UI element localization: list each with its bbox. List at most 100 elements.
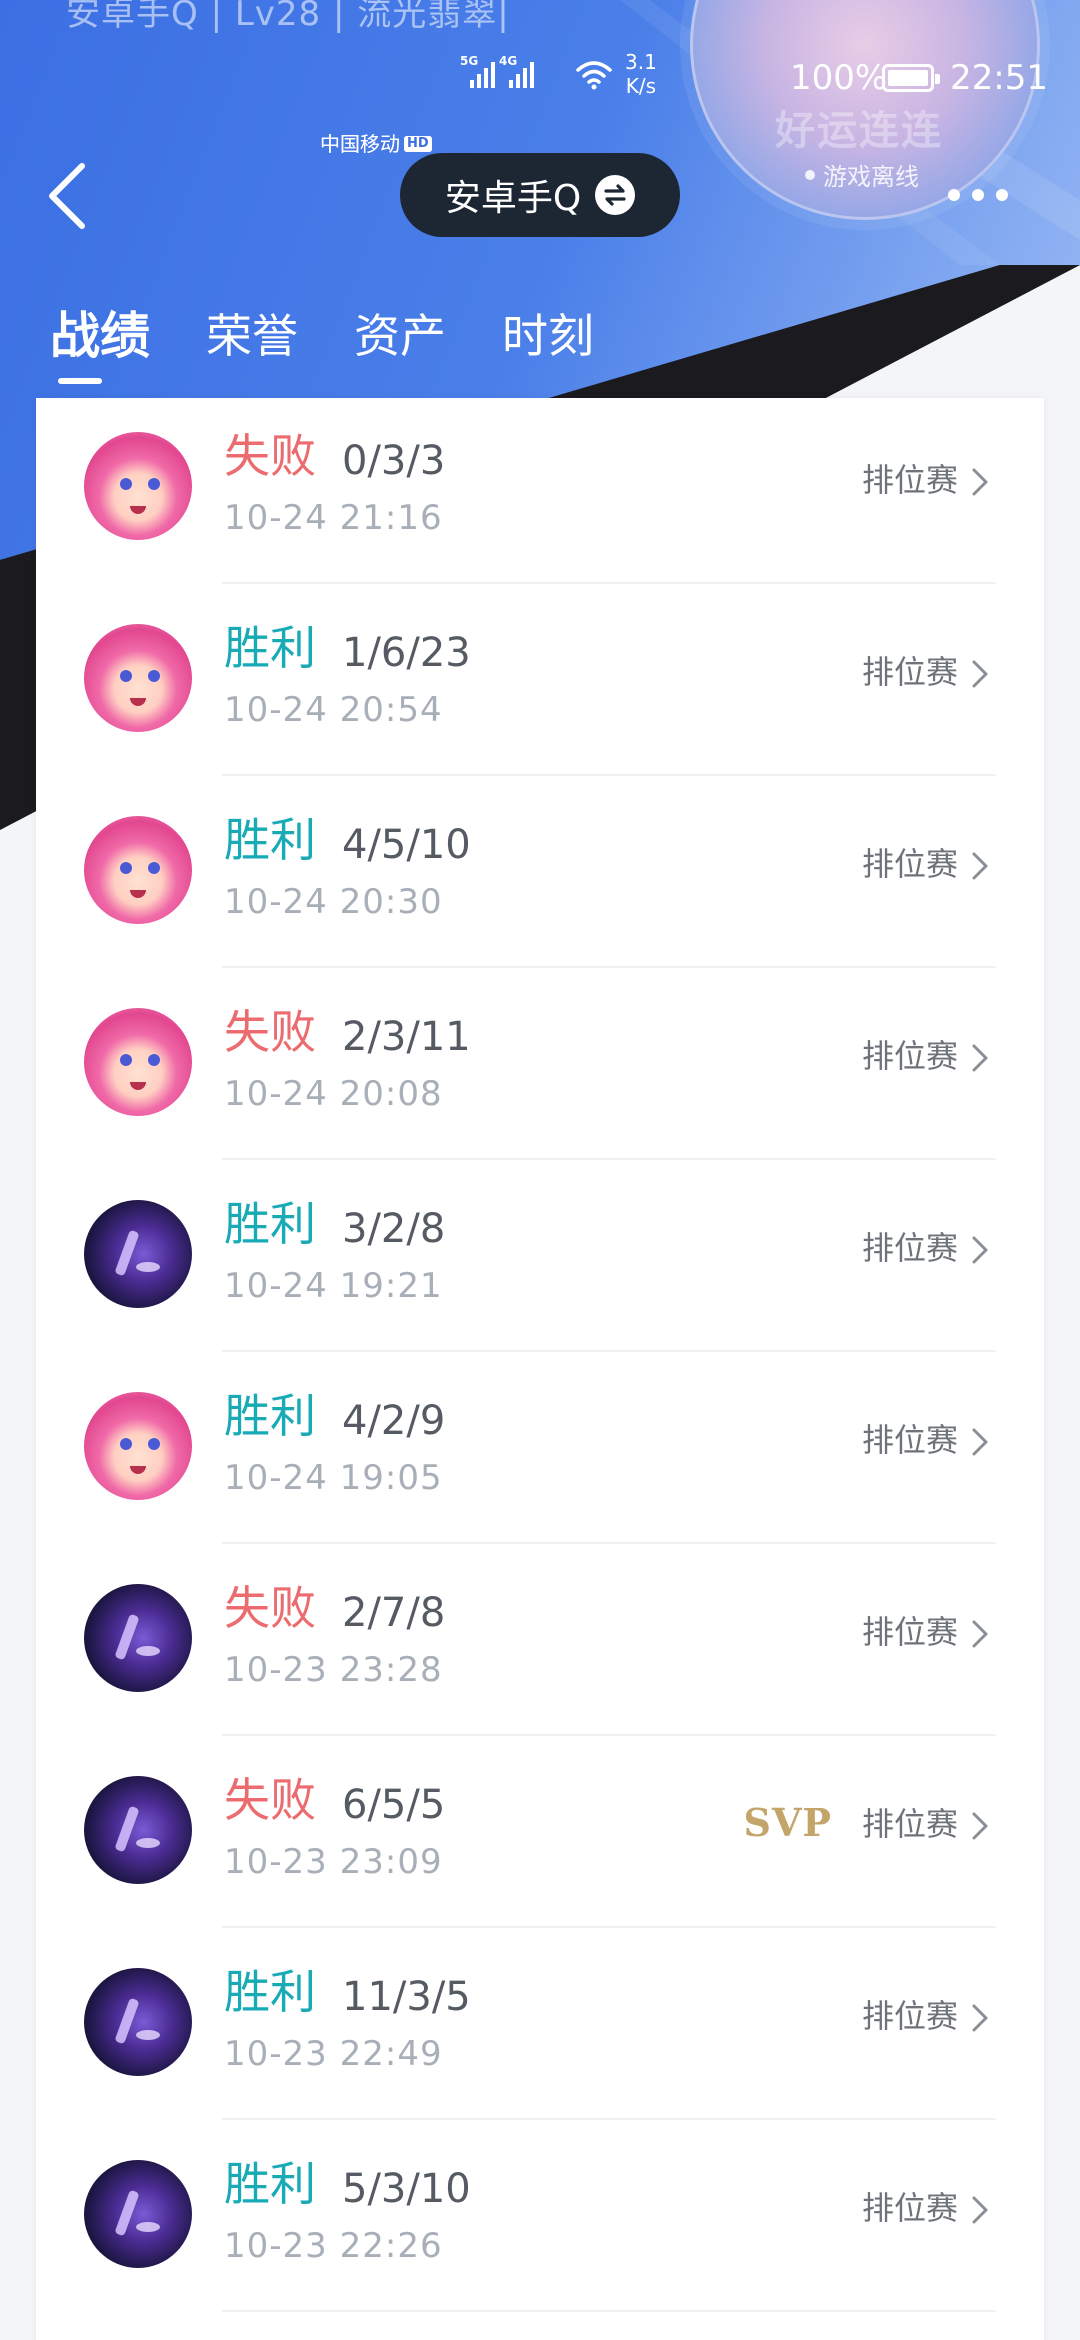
match-row[interactable]: 失败 6/5/5 10-23 23:09 SVP 排位赛 (36, 1736, 1044, 1928)
hero-avatar (84, 1776, 192, 1884)
chevron-right-icon (972, 1812, 988, 1840)
match-kda: 11/3/5 (342, 1974, 471, 2020)
chevron-right-icon (972, 1044, 988, 1072)
chevron-right-icon (972, 468, 988, 496)
match-mode: 排位赛 (861, 1805, 958, 1843)
match-time: 10-24 20:08 (224, 1074, 443, 1114)
match-kda: 5/3/10 (342, 2166, 471, 2212)
match-row[interactable]: 胜利 5/3/10 10-23 22:26 排位赛 (36, 2120, 1044, 2312)
chevron-right-icon (972, 1620, 988, 1648)
match-mode: 排位赛 (861, 1037, 958, 1075)
match-result: 胜利 (224, 813, 316, 867)
match-mode: 排位赛 (861, 1421, 958, 1459)
chevron-right-icon (972, 852, 988, 880)
hero-avatar (84, 816, 192, 924)
chevron-right-icon (972, 1236, 988, 1264)
match-mode: 排位赛 (861, 1229, 958, 1267)
network-speed: 3.1 K/s (625, 50, 657, 98)
match-row[interactable]: 胜利 4/2/9 10-24 19:05 排位赛 (36, 1352, 1044, 1544)
match-result: 胜利 (224, 621, 316, 675)
signal-5g-label: 5G (460, 54, 479, 68)
match-history-screen: 好运连连 安卓手Q | Lv28 | 流光翡翠| 中国移动HD 中国移动HD 5… (0, 0, 1080, 2340)
hero-avatar (84, 624, 192, 732)
match-kda: 4/2/9 (342, 1398, 446, 1444)
match-kda: 0/3/3 (342, 438, 446, 484)
carrier-name-2: 中国移动 (320, 132, 400, 156)
match-row[interactable]: 胜利 11/3/5 10-23 22:49 排位赛 (36, 1928, 1044, 2120)
match-result: 胜利 (224, 2157, 316, 2211)
match-row[interactable]: 胜利 3/2/8 10-24 19:21 排位赛 (36, 1160, 1044, 1352)
tab-0[interactable]: 战绩 (50, 300, 150, 384)
more-dots-icon[interactable] (948, 180, 1038, 210)
network-speed-unit: K/s (625, 74, 657, 98)
back-button[interactable] (44, 160, 94, 232)
match-time: 10-23 22:49 (224, 2034, 443, 2074)
match-row[interactable]: 失败 2/7/8 10-23 23:28 排位赛 (36, 1544, 1044, 1736)
match-result: 失败 (224, 1005, 316, 1059)
tab-3[interactable]: 时刻 (502, 300, 594, 372)
battery-icon (882, 64, 940, 92)
wifi-icon (576, 60, 612, 94)
hero-avatar (84, 1584, 192, 1692)
hero-avatar (84, 432, 192, 540)
match-time: 10-23 23:28 (224, 1650, 443, 1690)
match-time: 10-23 22:26 (224, 2226, 443, 2266)
swap-icon (595, 175, 636, 215)
account-switcher[interactable]: 安卓手Q (400, 153, 680, 237)
signal-icon: 5G 4G (460, 54, 534, 88)
match-result: 失败 (224, 1581, 316, 1635)
match-time: 10-24 21:16 (224, 498, 443, 538)
tab-2[interactable]: 资产 (354, 300, 446, 372)
faded-profile-title: 安卓手Q | Lv28 | 流光翡翠| (66, 0, 510, 34)
match-row[interactable]: 胜利 4/5/10 10-24 20:30 排位赛 (36, 776, 1044, 968)
status-dot-icon (805, 169, 815, 180)
match-time: 10-24 20:30 (224, 882, 443, 922)
match-row[interactable]: 失败 2/3/11 10-24 20:08 排位赛 (36, 968, 1044, 1160)
chevron-left-icon (49, 163, 85, 229)
chevron-right-icon (972, 660, 988, 688)
match-kda: 4/5/10 (342, 822, 471, 868)
match-kda: 2/7/8 (342, 1590, 446, 1636)
game-status: 游戏离线 (805, 157, 919, 192)
match-kda: 3/2/8 (342, 1206, 446, 1252)
match-mode: 排位赛 (861, 1997, 958, 2035)
match-time: 10-24 20:54 (224, 690, 443, 730)
chevron-right-icon (972, 1428, 988, 1456)
game-status-label: 游戏离线 (823, 163, 919, 191)
match-row[interactable]: 失败 0/3/3 10-24 21:16 排位赛 (36, 392, 1044, 584)
hero-avatar (84, 1968, 192, 2076)
status-bar: 中国移动HD 中国移动HD 5G 4G 3.1 K/s 100 (0, 40, 1080, 156)
row-divider (222, 2310, 996, 2312)
match-time: 10-23 23:09 (224, 1842, 443, 1882)
svp-badge: SVP (743, 1800, 832, 1845)
match-result: 失败 (224, 429, 316, 483)
match-result: 胜利 (224, 1389, 316, 1443)
network-speed-value: 3.1 (625, 50, 657, 74)
match-mode: 排位赛 (861, 1613, 958, 1651)
tab-1[interactable]: 荣誉 (206, 300, 298, 372)
match-mode: 排位赛 (861, 2189, 958, 2227)
hero-avatar (84, 1200, 192, 1308)
signal-5g-icon: 5G (460, 54, 495, 88)
match-list: 失败 0/3/3 10-24 21:16 排位赛 胜利 1/6/23 10-24 20:54… (36, 398, 1044, 2340)
match-result: 失败 (224, 1773, 316, 1827)
match-mode: 排位赛 (861, 845, 958, 883)
hd-badge: HD (404, 136, 432, 152)
signal-4g-label: 4G (499, 54, 518, 68)
match-mode: 排位赛 (861, 653, 958, 691)
match-row[interactable]: 胜利 1/6/23 10-24 20:54 排位赛 (36, 584, 1044, 776)
match-kda: 6/5/5 (342, 1782, 446, 1828)
battery-percent: 100% (790, 58, 888, 98)
chevron-right-icon (972, 2004, 988, 2032)
hero-avatar (84, 2160, 192, 2268)
match-mode: 排位赛 (861, 461, 958, 499)
status-clock: 22:51 (950, 58, 1048, 98)
match-result: 胜利 (224, 1197, 316, 1251)
match-time: 10-24 19:21 (224, 1266, 443, 1306)
match-time: 10-24 19:05 (224, 1458, 443, 1498)
account-name: 安卓手Q (444, 178, 582, 219)
match-result: 胜利 (224, 1965, 316, 2019)
hero-avatar (84, 1008, 192, 1116)
chevron-right-icon (972, 2196, 988, 2224)
match-kda: 1/6/23 (342, 630, 471, 676)
